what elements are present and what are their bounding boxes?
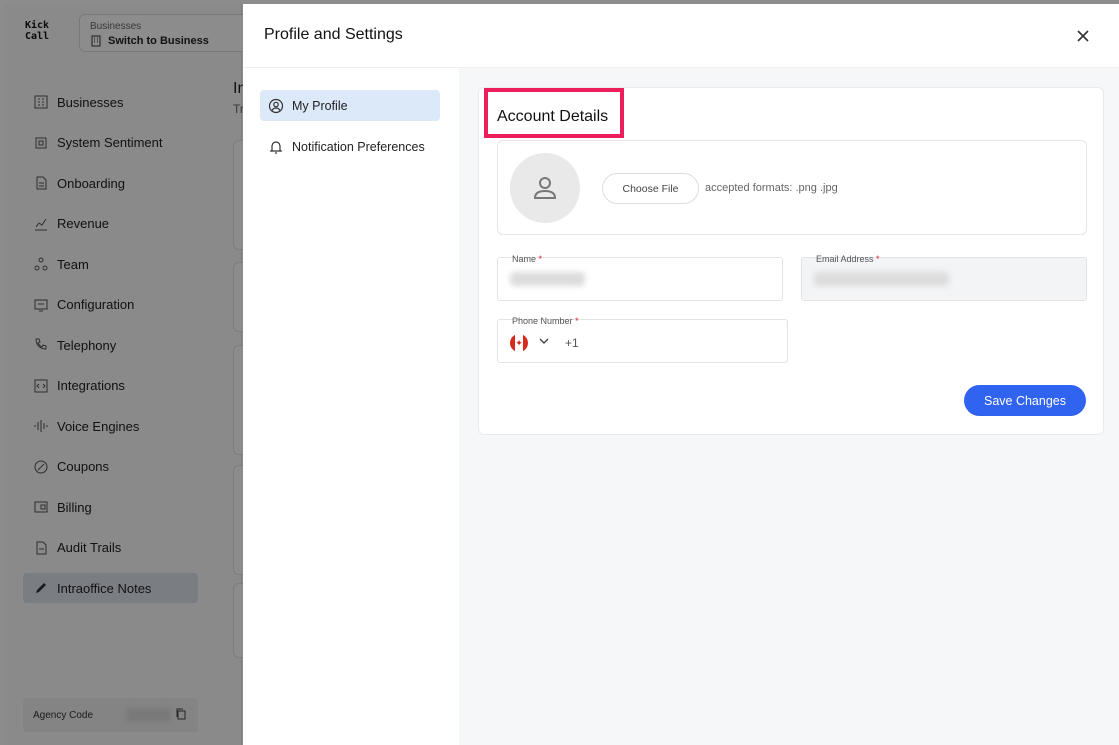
name-label: Name * bbox=[512, 254, 543, 264]
email-field: Email Address * bbox=[801, 254, 1087, 301]
name-value-redacted bbox=[510, 272, 585, 286]
modal-title: Profile and Settings bbox=[264, 26, 403, 43]
canada-flag-icon[interactable]: ✦ bbox=[510, 334, 528, 352]
modal-content: Account Details Choose File accepted for… bbox=[459, 68, 1119, 745]
tab-label: Notification Preferences bbox=[292, 139, 425, 154]
highlight-box bbox=[484, 88, 624, 138]
save-changes-button[interactable]: Save Changes bbox=[964, 385, 1086, 416]
name-field[interactable]: Name * bbox=[497, 254, 783, 301]
bell-icon bbox=[269, 140, 283, 154]
user-placeholder-icon bbox=[533, 177, 557, 199]
avatar-upload-box: Choose File accepted formats: .png .jpg bbox=[497, 140, 1087, 235]
account-details-card: Account Details Choose File accepted for… bbox=[478, 87, 1104, 435]
phone-country-code: +1 bbox=[565, 336, 579, 350]
user-circle-icon bbox=[268, 98, 284, 113]
phone-field[interactable]: Phone Number * ✦ +1 bbox=[497, 316, 788, 363]
tab-label: My Profile bbox=[292, 98, 348, 113]
phone-label: Phone Number * bbox=[512, 316, 579, 326]
avatar bbox=[510, 153, 580, 223]
email-value-redacted bbox=[814, 272, 949, 286]
email-label: Email Address * bbox=[816, 254, 880, 264]
choose-file-button[interactable]: Choose File bbox=[602, 173, 699, 204]
profile-settings-modal: Profile and Settings My Profile Notifica… bbox=[243, 4, 1119, 745]
modal-nav: My Profile Notification Preferences bbox=[243, 68, 459, 745]
tab-notification-preferences[interactable]: Notification Preferences bbox=[260, 131, 440, 162]
tab-my-profile[interactable]: My Profile bbox=[260, 90, 440, 121]
chevron-down-icon[interactable] bbox=[538, 335, 550, 347]
accepted-formats-text: accepted formats: .png .jpg bbox=[705, 182, 838, 194]
modal-header: Profile and Settings bbox=[243, 4, 1119, 68]
close-icon[interactable] bbox=[1073, 26, 1093, 46]
